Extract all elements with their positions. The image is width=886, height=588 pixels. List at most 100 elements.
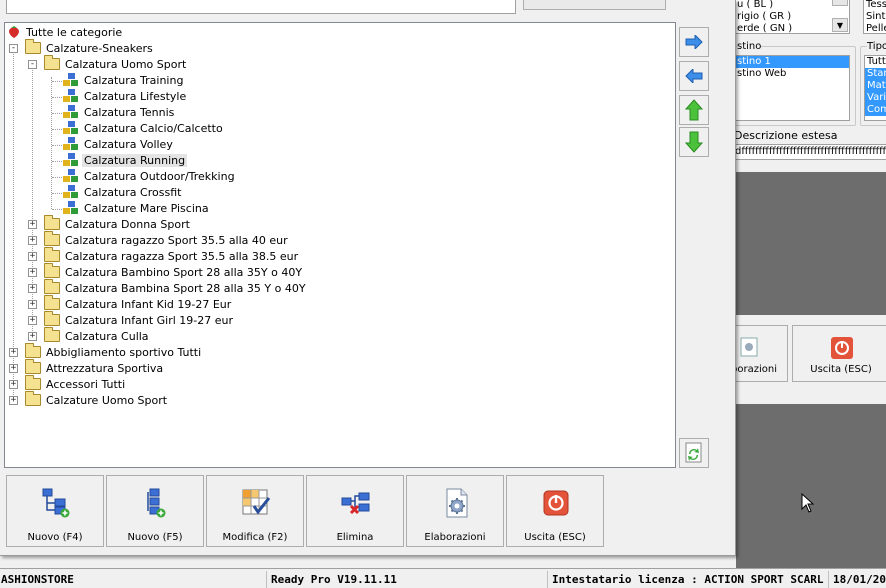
uscita-button[interactable]: Uscita (ESC) <box>506 475 604 547</box>
tree-node-label: Calzatura ragazza Sport 35.5 alla 38.5 e… <box>65 250 299 263</box>
scroll-down-icon[interactable]: ▼ <box>832 18 848 32</box>
tree-line <box>52 129 62 130</box>
refresh-icon <box>685 442 702 463</box>
tree-node[interactable]: Calzatura Training <box>63 73 185 89</box>
category-cubes-icon <box>63 121 78 134</box>
folder-icon <box>44 295 60 310</box>
refresh-button[interactable] <box>679 438 709 468</box>
tree-node-label: Abbigliamento sportivo Tutti <box>46 346 202 359</box>
folder-icon <box>44 327 60 342</box>
tree-node[interactable]: Calzatura Culla <box>44 327 151 345</box>
tree-node[interactable]: Calzatura Crossfit <box>63 185 183 201</box>
tree-line <box>52 81 62 82</box>
expand-icon[interactable]: + <box>9 364 18 373</box>
tree-node[interactable]: Calzatura Tennis <box>63 105 176 121</box>
descrizione-field[interactable]: dfffffffffffffffffffffffffffffffffffffff… <box>732 144 886 160</box>
tree-node-label: Calzatura Calcio/Calcetto <box>84 122 223 135</box>
tree-node-selected[interactable]: Calzatura Running <box>63 153 188 169</box>
move-left-button[interactable] <box>679 61 709 91</box>
tipo-item[interactable]: Tutti <box>865 56 886 68</box>
tree-node[interactable]: Accessori Tutti <box>25 375 127 393</box>
tree-node[interactable]: Calzatura Bambino Sport 28 alla 35Y o 40… <box>44 263 304 281</box>
exit-icon <box>831 337 853 359</box>
status-date: 18/01/20 <box>828 571 886 588</box>
expand-icon[interactable]: + <box>28 284 37 293</box>
tree-node[interactable]: Calzatura Volley <box>63 137 175 153</box>
tree-node[interactable]: Calzatura Infant Girl 19-27 eur <box>44 311 235 329</box>
type-list-item[interactable]: Tess <box>864 0 886 11</box>
folder-icon <box>44 215 60 230</box>
type-list[interactable]: Tess Sinte Pelle <box>863 0 886 34</box>
nuovo-f5-button[interactable]: Nuovo (F5) <box>106 475 204 547</box>
move-down-button[interactable] <box>679 127 709 157</box>
expand-icon[interactable]: + <box>9 396 18 405</box>
elimina-button[interactable]: Elimina <box>306 475 404 547</box>
collapse-icon[interactable]: - <box>9 44 18 53</box>
folder-icon <box>25 39 41 54</box>
tipo-item[interactable]: Stan <box>865 68 886 80</box>
type-list-item[interactable]: Pelle <box>864 23 886 33</box>
tree-node[interactable]: Calzatura Calcio/Calcetto <box>63 121 225 137</box>
tree-node-label: Calzatura Lifestyle <box>84 90 187 103</box>
tree-node[interactable]: Calzatura Infant Kid 19-27 Eur <box>44 295 233 313</box>
elaborazioni-button[interactable]: Elaborazioni <box>406 475 504 547</box>
tree-node[interactable]: Calzatura Uomo Sport <box>44 55 188 73</box>
category-cubes-icon <box>63 73 78 86</box>
tree-node[interactable]: Calzatura Bambina Sport 28 alla 35 Y o 4… <box>44 279 308 297</box>
dark-panel-top <box>736 172 886 315</box>
expand-icon[interactable]: + <box>28 268 37 277</box>
nuovo-f4-button[interactable]: Nuovo (F4) <box>6 475 104 547</box>
tree-node-label: Calzatura Donna Sport <box>65 218 190 231</box>
tipo-list[interactable]: Tutti Stan Matri Varia Com <box>864 55 886 121</box>
folder-icon <box>25 375 41 390</box>
tree-line <box>52 209 62 210</box>
category-tree[interactable]: Tutte le categorie - Calzature-Sneakers … <box>4 22 676 468</box>
collapse-icon[interactable]: - <box>28 60 37 69</box>
top-button[interactable] <box>523 0 666 10</box>
tree-node[interactable]: Calzatura ragazzo Sport 35.5 alla 40 eur <box>44 231 290 249</box>
tree-node-label: Calzatura Tennis <box>84 106 175 119</box>
status-app-name: ASHIONSTORE <box>1 573 74 586</box>
category-cubes-icon <box>63 89 78 102</box>
tree-node-label: Attrezzatura Sportiva <box>46 362 164 375</box>
move-right-button[interactable] <box>679 27 709 57</box>
listino-list[interactable]: stino 1 stino Web <box>734 55 850 121</box>
tree-node[interactable]: Calzature Uomo Sport <box>25 391 169 409</box>
arrow-up-icon <box>685 99 703 121</box>
tree-node[interactable]: Abbigliamento sportivo Tutti <box>25 343 203 361</box>
expand-icon[interactable]: + <box>28 332 37 341</box>
listino-item[interactable]: stino 1 <box>735 56 849 68</box>
folder-icon <box>44 247 60 262</box>
expand-icon[interactable]: + <box>28 316 37 325</box>
modifica-button[interactable]: Modifica (F2) <box>206 475 304 547</box>
expand-icon[interactable]: + <box>9 348 18 357</box>
status-bar: ASHIONSTORE Ready Pro V19.11.11 Intestat… <box>0 568 886 588</box>
modifica-label: Modifica (F2) <box>222 532 288 543</box>
tipo-item[interactable]: Com <box>865 104 886 116</box>
tree-node-label: Calzatura Culla <box>65 330 149 343</box>
tipo-item[interactable]: Varia <box>865 92 886 104</box>
tree-node-label: Calzatura Crossfit <box>84 186 182 199</box>
bg-uscita-button[interactable]: Uscita (ESC) <box>792 325 886 382</box>
expand-icon[interactable]: + <box>28 236 37 245</box>
tree-node[interactable]: Calzature Mare Piscina <box>63 201 211 217</box>
tree-node-label: Calzatura Volley <box>84 138 173 151</box>
listino-item[interactable]: stino Web <box>735 68 849 80</box>
expand-icon[interactable]: + <box>28 300 37 309</box>
top-input[interactable] <box>6 0 516 14</box>
tree-node[interactable]: Calzatura ragazza Sport 35.5 alla 38.5 e… <box>44 247 300 265</box>
move-up-button[interactable] <box>679 95 709 125</box>
folder-icon <box>44 55 60 70</box>
tree-node[interactable]: Calzatura Lifestyle <box>63 89 188 105</box>
tipo-item[interactable]: Matri <box>865 80 886 92</box>
expand-icon[interactable]: + <box>28 252 37 261</box>
tree-node[interactable]: Calzatura Donna Sport <box>44 215 192 233</box>
folder-icon <box>25 343 41 358</box>
scroll-up-icon[interactable] <box>832 0 848 6</box>
tree-node[interactable]: Calzatura Outdoor/Trekking <box>63 169 237 185</box>
type-list-item[interactable]: Sinte <box>864 11 886 23</box>
tree-node[interactable]: Attrezzatura Sportiva <box>25 359 165 377</box>
descrizione-value[interactable]: dfffffffffffffffffffffffffffffffffffffff… <box>733 145 886 159</box>
expand-icon[interactable]: + <box>9 380 18 389</box>
expand-icon[interactable]: + <box>28 220 37 229</box>
